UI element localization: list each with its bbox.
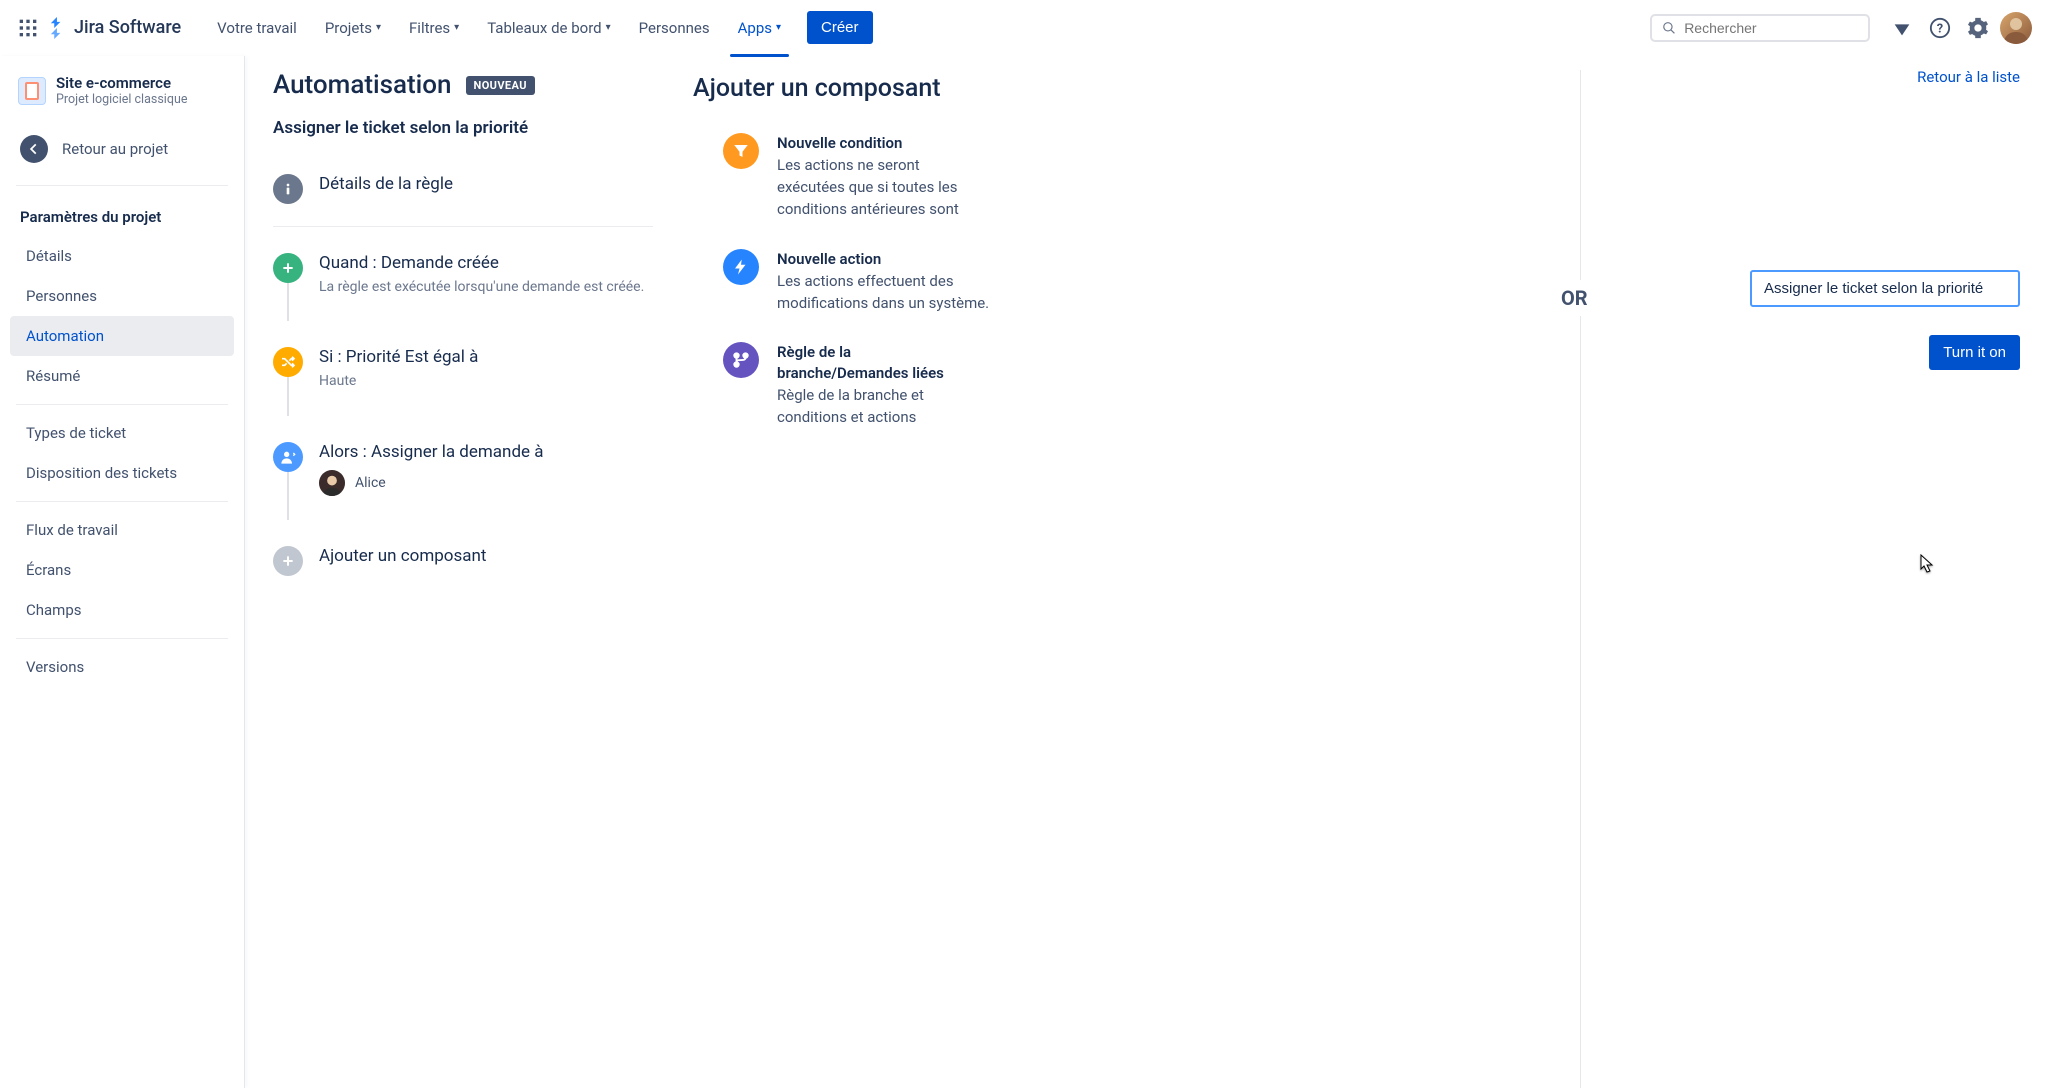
nav-projects[interactable]: Projets▾	[313, 13, 393, 43]
shuffle-icon	[273, 347, 303, 377]
sidebar-item-layout[interactable]: Disposition des tickets	[10, 453, 234, 493]
component-new-action[interactable]: Nouvelle action Les actions effectuent d…	[693, 249, 1560, 315]
project-header: Site e-commerce Projet logiciel classiqu…	[4, 64, 240, 121]
back-to-project[interactable]: Retour au projet	[4, 121, 240, 177]
sidebar-item-people[interactable]: Personnes	[10, 276, 234, 316]
sidebar-item-details[interactable]: Détails	[10, 236, 234, 276]
chevron-down-icon: ▾	[776, 22, 781, 33]
nav-your-work[interactable]: Votre travail	[205, 13, 309, 43]
page-title: Automatisation	[273, 70, 452, 100]
component-new-condition[interactable]: Nouvelle condition Les actions ne seront…	[693, 133, 1560, 221]
step-when[interactable]: Quand : Demande créée La règle est exécu…	[273, 243, 653, 307]
search-box[interactable]	[1650, 14, 1870, 42]
step-if[interactable]: Si : Priorité Est égal à Haute	[273, 337, 653, 401]
cursor-pointer-icon	[1919, 554, 1937, 580]
sidebar-item-screens[interactable]: Écrans	[10, 550, 234, 590]
svg-text:?: ?	[1937, 21, 1943, 36]
chevron-down-icon: ▾	[606, 22, 611, 33]
project-type: Projet logiciel classique	[56, 92, 187, 107]
step-then[interactable]: Alors : Assigner la demande à Alice	[273, 432, 653, 506]
chevron-down-icon: ▾	[454, 22, 459, 33]
search-icon	[1662, 20, 1676, 36]
help-icon[interactable]: ?	[1924, 12, 1956, 44]
sidebar-item-summary[interactable]: Résumé	[10, 356, 234, 396]
sidebar-item-issuetypes[interactable]: Types de ticket	[10, 413, 234, 453]
project-icon	[18, 77, 46, 105]
profile-avatar[interactable]	[2000, 12, 2032, 44]
rule-subtitle: Assigner le ticket selon la priorité	[273, 118, 653, 138]
sidebar-heading: Paramètres du projet	[4, 194, 240, 236]
assign-user-icon	[273, 442, 303, 472]
sidebar-item-workflow[interactable]: Flux de travail	[10, 510, 234, 550]
filter-icon	[723, 133, 759, 169]
product-name: Jira Software	[74, 17, 181, 38]
sidebar-item-automation[interactable]: Automation	[10, 316, 234, 356]
bolt-icon	[723, 249, 759, 285]
project-name: Site e-commerce	[56, 74, 187, 92]
nav-filters[interactable]: Filtres▾	[397, 13, 471, 43]
add-icon	[273, 546, 303, 576]
create-button[interactable]: Créer	[807, 11, 873, 44]
assignee-avatar	[319, 470, 345, 496]
app-switcher-icon[interactable]	[16, 16, 40, 40]
settings-icon[interactable]	[1962, 12, 1994, 44]
step-add-component[interactable]: Ajouter un composant	[273, 536, 653, 586]
sidebar-item-versions[interactable]: Versions	[10, 647, 234, 687]
turn-it-on-button[interactable]: Turn it on	[1929, 335, 2020, 370]
nav-dashboards[interactable]: Tableaux de bord▾	[475, 13, 622, 43]
components-title: Ajouter un composant	[693, 74, 1560, 103]
or-label: OR	[1561, 280, 1588, 316]
back-to-list-link[interactable]: Retour à la liste	[1917, 68, 2020, 86]
sidebar-item-fields[interactable]: Champs	[10, 590, 234, 630]
product-logo[interactable]: Jira Software	[46, 17, 181, 39]
back-arrow-icon	[20, 135, 48, 163]
search-input[interactable]	[1684, 20, 1858, 36]
plus-circle-icon	[273, 253, 303, 283]
nav-apps[interactable]: Apps▾	[726, 13, 793, 43]
notifications-icon[interactable]	[1886, 12, 1918, 44]
branch-icon	[723, 342, 759, 378]
component-branch-rule[interactable]: Règle de la branche/Demandes liées Règle…	[693, 342, 1560, 428]
chevron-down-icon: ▾	[376, 22, 381, 33]
step-rule-details[interactable]: Détails de la règle	[273, 164, 653, 214]
rule-name-input[interactable]	[1750, 270, 2020, 307]
new-lozenge: NOUVEAU	[466, 76, 535, 95]
assignee-name: Alice	[355, 475, 386, 491]
info-icon	[273, 174, 303, 204]
nav-people[interactable]: Personnes	[627, 13, 722, 43]
